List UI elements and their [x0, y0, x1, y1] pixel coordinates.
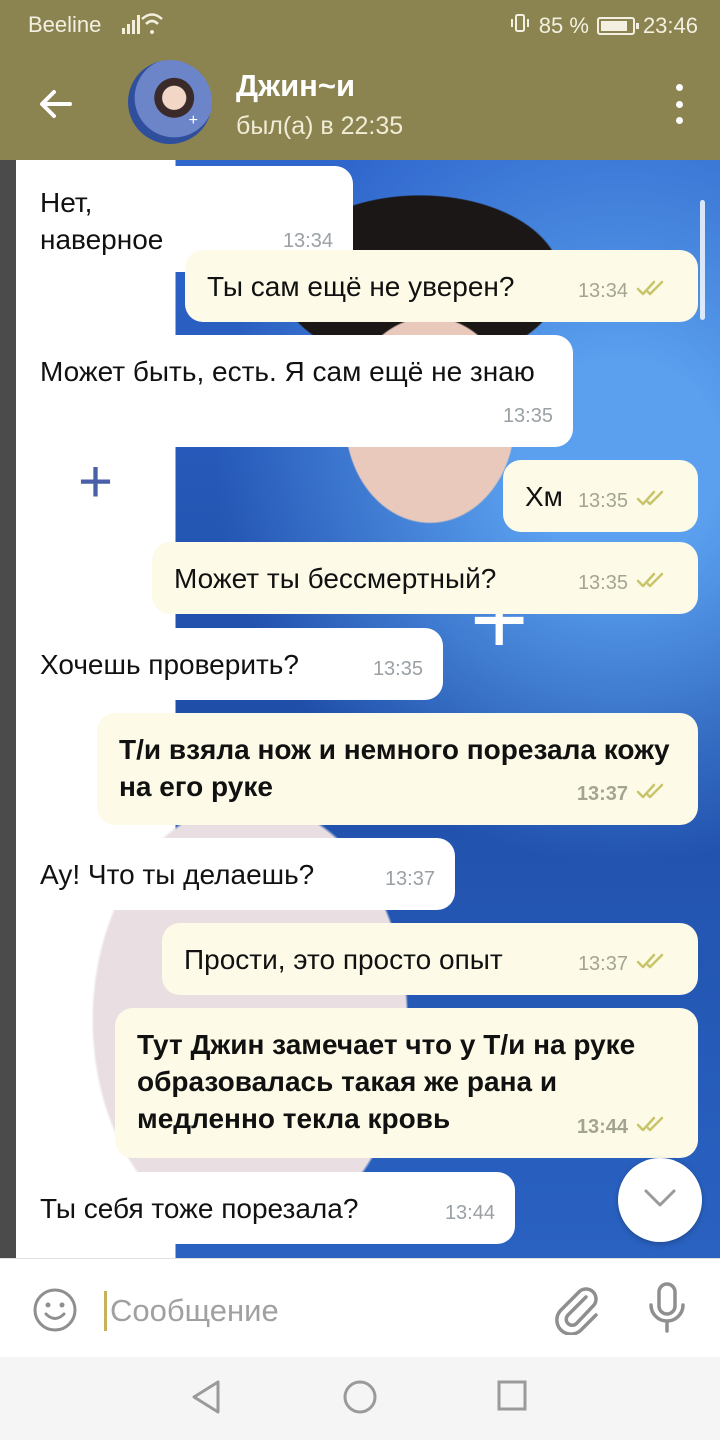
double-check-icon	[636, 946, 678, 983]
message-text: Ты себя тоже порезала?	[40, 1193, 359, 1224]
message-time: 13:35	[502, 405, 553, 427]
avatar[interactable]: +	[128, 60, 212, 144]
chat-area[interactable]: + + Нет, наверное 13:34 Ты сам ещё не увер…	[0, 160, 720, 1258]
sparkle-icon: +	[188, 112, 198, 129]
message-time: 13:35	[577, 490, 628, 512]
status-right: 85 % 23:46	[509, 12, 698, 40]
message-time: 13:44	[576, 1116, 628, 1138]
message-bubble-outgoing[interactable]: Ты сам ещё не уверен? 13:34	[185, 250, 698, 322]
recents-square-icon[interactable]	[496, 1379, 528, 1418]
last-seen: был(а) в 22:35	[236, 112, 404, 140]
message-bubble-outgoing[interactable]: Т/и взяла нож и немного порезала кожу на…	[97, 713, 698, 825]
message-bubble-outgoing[interactable]: Прости, это просто опыт 13:37	[162, 923, 698, 995]
message-time: 13:34	[577, 280, 628, 302]
message-text: Хочешь проверить?	[40, 649, 299, 680]
message-bubble-incoming[interactable]: Хочешь проверить? 13:35	[18, 628, 443, 700]
message-bubble-incoming[interactable]: Ты себя тоже порезала? 13:44	[18, 1172, 515, 1244]
message-meta: 13:35	[578, 565, 678, 602]
status-bar: Beeline 85 % 23:46	[0, 0, 720, 48]
message-time: 13:44	[444, 1202, 495, 1224]
message-meta: 13:37	[577, 776, 678, 813]
message-time: 13:35	[577, 572, 628, 594]
message-text: Ау! Что ты делаешь?	[40, 859, 315, 890]
message-bubble-incoming[interactable]: Может быть, есть. Я сам ещё не знаю 13:35	[18, 335, 573, 447]
back-arrow-icon[interactable]	[34, 82, 78, 126]
message-meta: 13:37	[385, 861, 435, 898]
emoji-icon[interactable]	[32, 1287, 78, 1338]
message-meta: 13:37	[578, 946, 678, 983]
message-input[interactable]	[110, 1289, 510, 1333]
message-time: 13:37	[577, 953, 628, 975]
mic-icon[interactable]	[646, 1281, 688, 1340]
message-meta: 13:35	[578, 483, 678, 520]
battery-percent: 85 %	[538, 13, 589, 38]
message-bubble-outgoing[interactable]: Тут Джин замечает что у Т/и на руке обра…	[115, 1008, 698, 1158]
double-check-icon	[636, 776, 678, 813]
system-nav-bar	[0, 1357, 720, 1440]
message-meta: 13:44	[445, 1195, 495, 1232]
home-circle-icon[interactable]	[342, 1379, 378, 1420]
message-time: 13:37	[384, 868, 435, 890]
contact-name[interactable]: Джин~и	[236, 68, 355, 104]
wallpaper-edge	[0, 160, 16, 1258]
message-field[interactable]	[104, 1289, 514, 1333]
message-text: Может быть, есть. Я сам ещё не знаю	[40, 356, 535, 387]
chevron-down-icon	[642, 1187, 678, 1214]
message-time: 13:37	[576, 783, 628, 805]
message-meta: 13:44	[577, 1109, 678, 1146]
double-check-icon	[636, 1109, 678, 1146]
signal-icon	[122, 12, 178, 40]
message-bubble-outgoing[interactable]: Может ты бессмертный? 13:35	[152, 542, 698, 614]
message-meta: 13:35	[503, 398, 553, 435]
chat-header: + Джин~и был(а) в 22:35	[0, 48, 720, 160]
double-check-icon	[636, 483, 678, 520]
back-triangle-icon[interactable]	[190, 1379, 222, 1420]
double-check-icon	[636, 565, 678, 602]
vibrate-icon	[509, 12, 531, 40]
message-time: 13:35	[372, 658, 423, 680]
scroll-indicator	[700, 200, 705, 320]
carrier-name: Beeline	[28, 12, 102, 37]
composer	[0, 1258, 720, 1357]
double-check-icon	[636, 273, 678, 310]
message-meta: 13:34	[578, 273, 678, 310]
scroll-down-button[interactable]	[618, 1158, 702, 1242]
text-caret	[104, 1291, 107, 1331]
message-bubble-outgoing[interactable]: Хм 13:35	[503, 460, 698, 532]
clock: 23:46	[642, 13, 698, 38]
more-vert-icon[interactable]	[672, 84, 686, 124]
battery-icon	[596, 17, 639, 35]
message-bubble-incoming[interactable]: Ау! Что ты делаешь? 13:37	[18, 838, 455, 910]
attach-icon[interactable]	[552, 1283, 600, 1340]
plus-deco-icon: +	[78, 448, 114, 515]
message-meta: 13:35	[373, 651, 423, 688]
